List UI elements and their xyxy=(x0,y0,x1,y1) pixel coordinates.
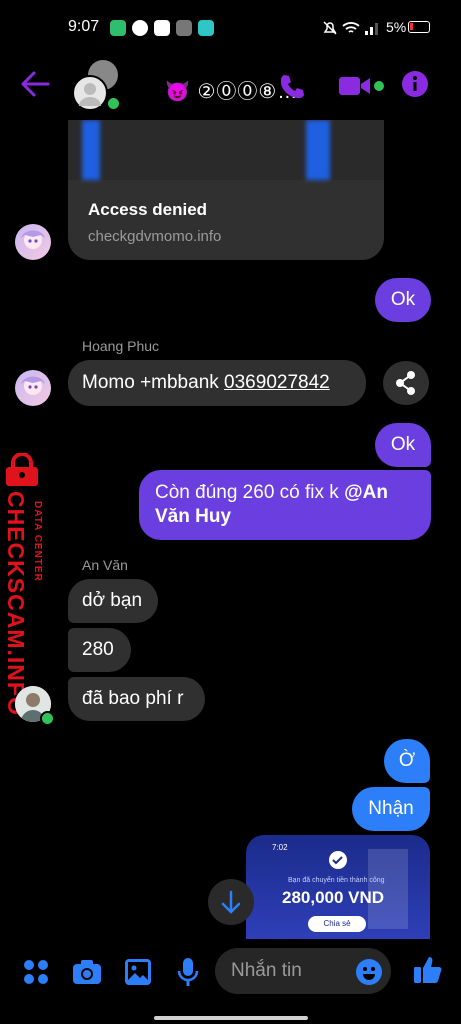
video-call-icon[interactable] xyxy=(338,74,372,98)
back-arrow-icon[interactable] xyxy=(20,70,50,98)
app-notification-icon xyxy=(110,20,126,36)
receipt-time: 7:02 xyxy=(272,843,288,852)
info-icon[interactable] xyxy=(401,70,429,98)
share-icon xyxy=(396,371,415,395)
microphone-icon[interactable] xyxy=(176,956,200,988)
app-notification-icon xyxy=(154,20,170,36)
receipt-title: Bạn đã chuyển tiền thành công xyxy=(288,877,385,884)
link-preview-image xyxy=(68,120,384,180)
incoming-message[interactable]: đã bao phí r xyxy=(68,677,205,721)
thumbs-up-icon[interactable] xyxy=(412,954,444,986)
gallery-icon[interactable] xyxy=(124,958,152,986)
sender-name: Hoang Phuc xyxy=(82,338,160,354)
avatar-hoang-phuc[interactable] xyxy=(15,224,51,260)
message-text: Momo +mbbank xyxy=(82,372,225,393)
outgoing-message[interactable]: Ok xyxy=(375,423,431,467)
arrow-down-icon xyxy=(221,890,241,914)
share-button[interactable] xyxy=(383,361,429,405)
message-text: Còn đúng 260 có fix k xyxy=(155,482,345,503)
outgoing-message[interactable]: Nhận xyxy=(352,787,430,831)
home-indicator xyxy=(154,1016,308,1020)
camera-icon[interactable] xyxy=(72,958,102,986)
scroll-to-bottom-button[interactable] xyxy=(208,879,254,925)
message-input-placeholder: Nhắn tin xyxy=(231,960,302,981)
status-time: 9:07 xyxy=(68,18,100,35)
app-notification-icon xyxy=(198,20,214,36)
message-input[interactable]: Nhắn tin xyxy=(215,948,391,994)
watermark-brand: CHECKSCAM.INFO xyxy=(3,491,29,716)
outgoing-message[interactable]: Ok xyxy=(375,278,431,322)
incoming-message[interactable]: 280 xyxy=(68,628,131,672)
avatar-hoang-phuc[interactable] xyxy=(15,370,51,406)
outgoing-message[interactable]: Ờ xyxy=(384,739,430,783)
phone-number-link[interactable]: 0369027842 xyxy=(224,372,330,393)
emoji-icon[interactable] xyxy=(355,958,383,986)
receipt-share-button: Chia sẻ xyxy=(308,916,366,932)
video-active-dot xyxy=(374,81,384,91)
lock-icon xyxy=(6,453,38,486)
transfer-receipt-image[interactable]: 7:02 Bạn đã chuyển tiền thành công 280,0… xyxy=(246,835,430,939)
incoming-message[interactable]: Momo +mbbank 0369027842 xyxy=(68,360,366,406)
watermark-sub: DATA CENTER xyxy=(32,501,43,582)
mute-icon xyxy=(323,21,337,35)
status-bar: 9:07 5% xyxy=(0,0,461,58)
messenger-notification-icon xyxy=(132,20,148,36)
receipt-amount: 280,000 VND xyxy=(282,888,385,907)
link-preview-domain: checkgdvmomo.info xyxy=(88,228,222,245)
check-icon xyxy=(329,851,347,869)
online-indicator xyxy=(106,96,121,111)
link-preview-title: Access denied xyxy=(88,200,208,219)
battery-percent: 5% xyxy=(386,19,407,35)
phone-call-icon[interactable] xyxy=(278,72,306,100)
group-avatar[interactable] xyxy=(72,75,108,111)
more-actions-icon[interactable] xyxy=(22,958,50,986)
receipt-share-label: Chia sẻ xyxy=(323,919,351,928)
composer-bar: Nhắn tin xyxy=(0,940,461,1024)
sender-name: An Văn xyxy=(82,557,128,573)
online-indicator xyxy=(40,711,55,726)
battery-icon xyxy=(408,21,430,33)
person-notification-icon xyxy=(176,20,192,36)
signal-icon xyxy=(365,23,378,35)
link-preview-card[interactable]: Access denied checkgdvmomo.info xyxy=(68,120,384,260)
outgoing-message[interactable]: Còn đúng 260 có fix k @An Văn Huy xyxy=(139,470,431,540)
wifi-icon xyxy=(342,22,360,33)
incoming-message[interactable]: dở bạn xyxy=(68,579,158,623)
